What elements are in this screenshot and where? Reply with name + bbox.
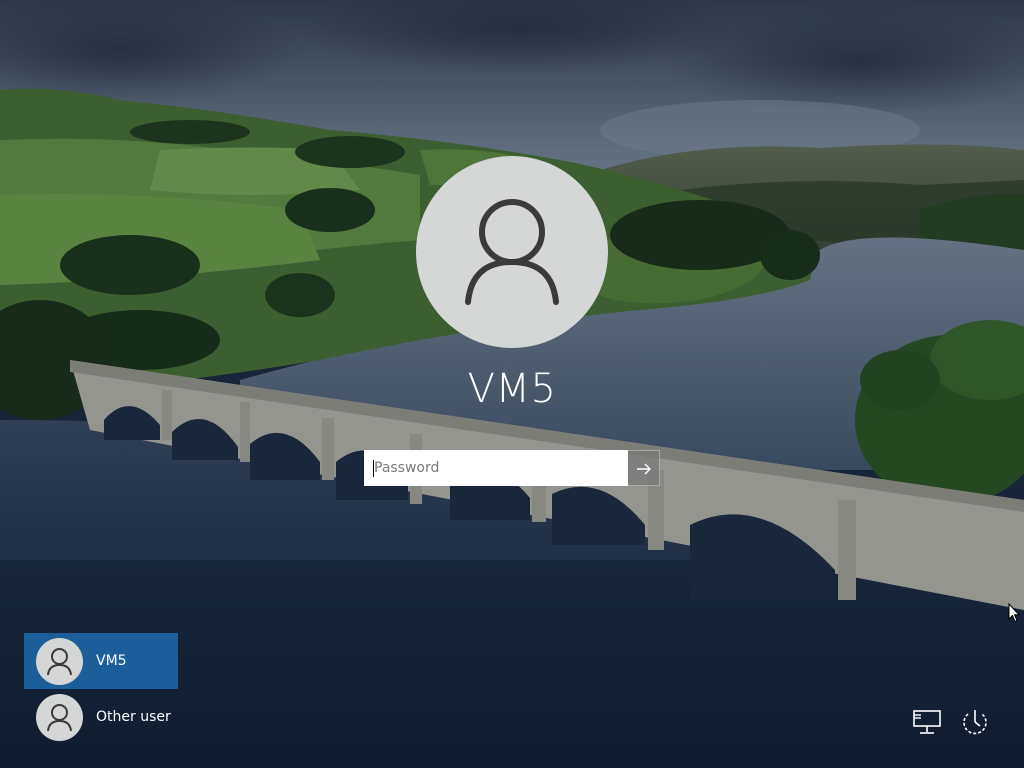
power-icon[interactable] (958, 705, 992, 739)
user-avatar-large (416, 156, 608, 348)
username-title: VM5 (467, 366, 557, 412)
user-icon (465, 199, 559, 305)
arrow-right-icon (637, 463, 651, 475)
text-caret (373, 460, 374, 477)
password-input[interactable] (364, 450, 628, 486)
user-list-item-label: Other user (96, 709, 171, 725)
network-icon[interactable] (910, 705, 944, 739)
user-avatar-small (36, 638, 83, 685)
lock-screen: VM5 VM5 Other user (0, 0, 1024, 768)
user-icon (47, 704, 72, 732)
user-list-item-label: VM5 (96, 653, 127, 669)
user-list-item-other-user[interactable]: Other user (24, 689, 178, 745)
mouse-cursor-icon (1008, 603, 1020, 623)
submit-button[interactable] (628, 450, 660, 486)
user-icon (47, 648, 72, 676)
user-list-item-vm5[interactable]: VM5 (24, 633, 178, 689)
password-row (364, 450, 660, 486)
user-avatar-small (36, 694, 83, 741)
user-list: VM5 Other user (24, 633, 178, 745)
